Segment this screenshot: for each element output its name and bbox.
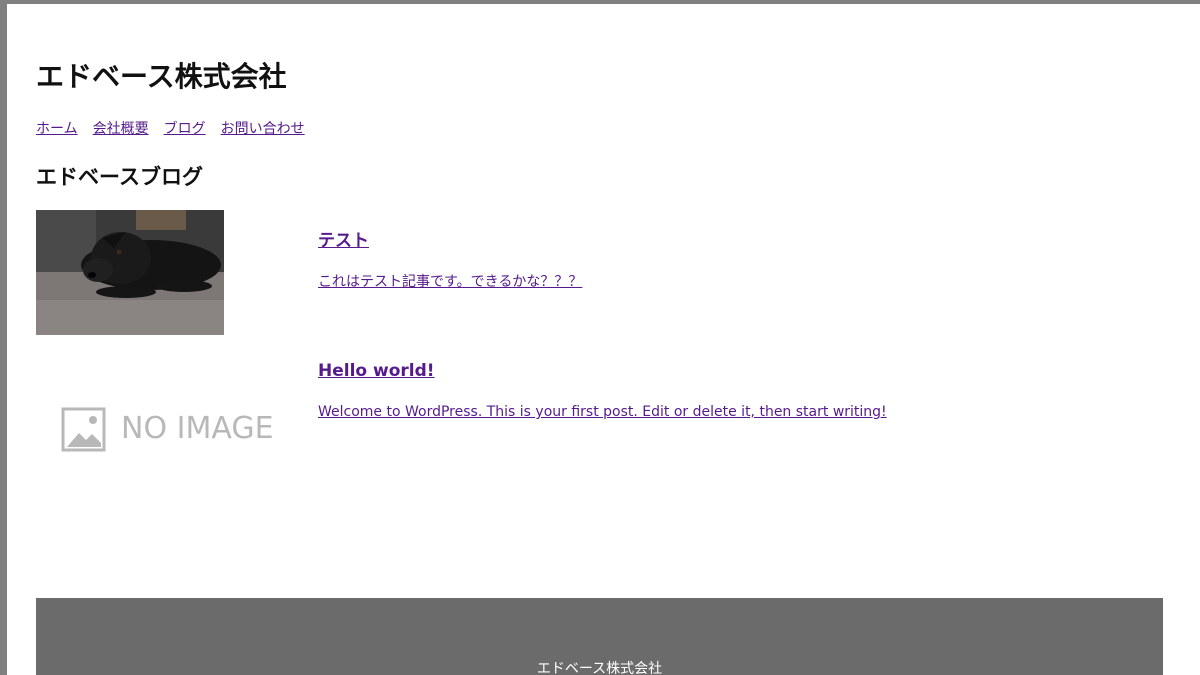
main-nav: ホーム 会社概要 ブログ お問い合わせ [36,118,305,140]
post-title-link[interactable]: テスト [318,231,369,251]
footer-text: エドベース株式会社 [536,661,663,675]
nav-item-home[interactable]: ホーム [36,118,78,140]
post-excerpt-link[interactable]: これはテスト記事です。できるかな？？？ [318,274,582,290]
site-title: エドベース株式会社 [36,60,287,93]
image-placeholder-icon [61,407,106,452]
post-excerpt: これはテスト記事です。できるかな？？？ [318,271,582,293]
post-thumbnail-dog-photo[interactable] [36,210,224,335]
nav-item-contact[interactable]: お問い合わせ [221,118,305,140]
post-thumbnail-no-image[interactable]: NO IMAGE [36,359,286,499]
post-excerpt: Welcome to WordPress. This is your first… [318,401,887,423]
post-title-link[interactable]: Hello world! [318,361,435,381]
no-image-label: NO IMAGE [121,411,274,446]
nav-item-company[interactable]: 会社概要 [93,118,149,140]
post-excerpt-link[interactable]: Welcome to WordPress. This is your first… [318,404,887,420]
nav-item-blog[interactable]: ブログ [164,118,206,140]
post-title: テスト [318,228,369,254]
post-title: Hello world! [318,358,435,384]
site-footer: エドベース株式会社 [36,598,1163,675]
blog-section-title: エドベースブログ [36,165,203,189]
page: エドベース株式会社 ホーム 会社概要 ブログ お問い合わせ エドベースブログ テ… [7,4,1200,675]
